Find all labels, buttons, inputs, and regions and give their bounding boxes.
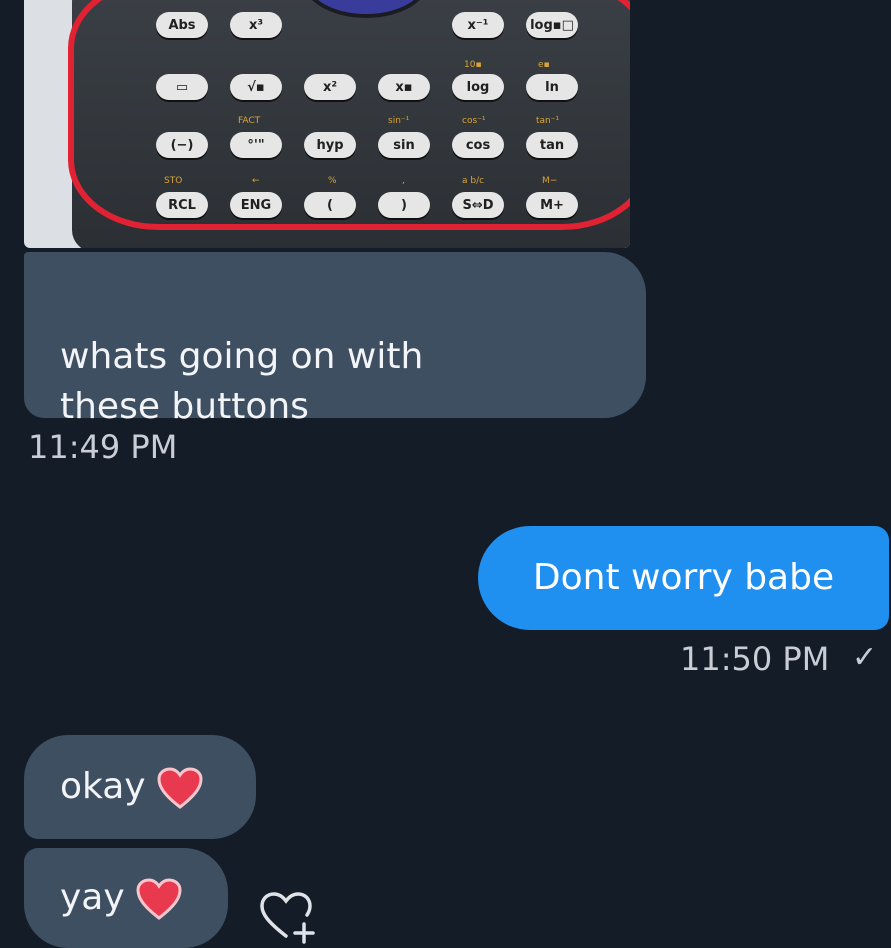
red-circle-annotation bbox=[68, 0, 630, 230]
message-bubble-incoming[interactable]: whats going on with these buttons bbox=[24, 252, 646, 427]
read-receipt-checkmark: ✓ bbox=[852, 640, 878, 675]
red-heart-icon bbox=[157, 767, 203, 809]
message-text: yay bbox=[60, 877, 125, 918]
message-timestamp: 11:50 PM bbox=[680, 640, 830, 678]
message-bubble-incoming[interactable]: okay bbox=[24, 735, 256, 839]
message-bubble-outgoing[interactable]: Dont worry babe bbox=[478, 526, 889, 630]
message-text: okay bbox=[60, 766, 146, 807]
red-heart-icon bbox=[136, 878, 182, 920]
heart-plus-icon bbox=[260, 892, 315, 944]
add-reaction-button[interactable] bbox=[256, 888, 320, 944]
image-attachment[interactable]: Abs x³ x⁻¹ log▪□ ▭ √▪ x² x▪ 10▪ log e▪ l… bbox=[24, 0, 630, 248]
message-timestamp: 11:49 PM bbox=[28, 428, 178, 466]
message-bubble-incoming[interactable]: yay bbox=[24, 848, 228, 948]
message-text: Dont worry babe bbox=[532, 557, 835, 598]
message-text: whats going on with these buttons bbox=[60, 336, 424, 427]
